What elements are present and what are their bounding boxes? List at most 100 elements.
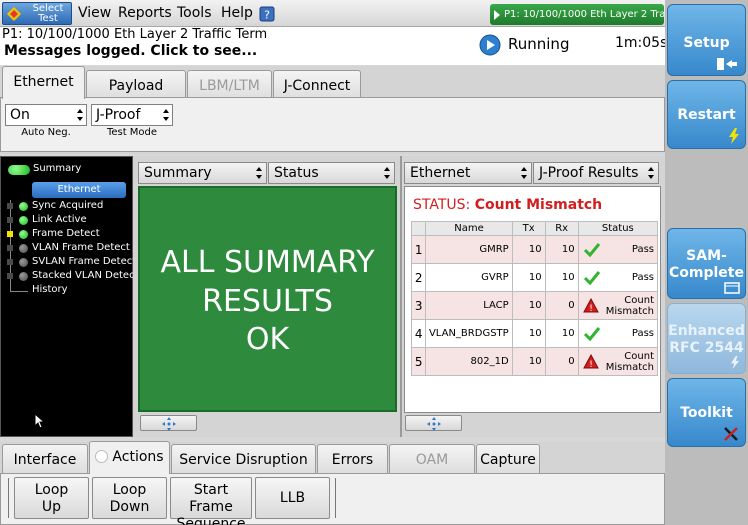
link-active-led-icon bbox=[19, 216, 28, 225]
menu-help[interactable]: Help bbox=[221, 5, 253, 21]
messages-link[interactable]: Messages logged. Click to see... bbox=[4, 43, 257, 59]
move-arrows-icon bbox=[427, 417, 441, 431]
lightning-icon bbox=[729, 128, 739, 144]
logo-mark-icon bbox=[7, 7, 21, 21]
spinner-arrows-icon bbox=[163, 109, 169, 121]
tree-item[interactable]: VLAN Frame Detect bbox=[32, 242, 130, 253]
setup-button[interactable]: Setup bbox=[667, 4, 746, 76]
tab-interface[interactable]: Interface bbox=[2, 444, 88, 475]
status-line: STATUS: Count Mismatch bbox=[413, 197, 602, 213]
history-square-icon bbox=[7, 245, 13, 251]
tree-item[interactable]: Link Active bbox=[32, 214, 87, 225]
summary-led-icon bbox=[8, 165, 30, 175]
right-pane-move-button[interactable] bbox=[405, 415, 462, 431]
tree-item[interactable]: Stacked VLAN Detect bbox=[32, 270, 139, 281]
status-value: Count Mismatch bbox=[474, 197, 603, 213]
move-arrows-icon bbox=[162, 417, 176, 431]
test-mode-select[interactable]: J-Proof bbox=[91, 104, 173, 126]
spinner-arrows-icon bbox=[77, 109, 83, 121]
right-view-select[interactable]: J-Proof Results bbox=[533, 162, 659, 184]
left-pane-move-button[interactable] bbox=[140, 415, 197, 431]
tab-actions[interactable]: Actions bbox=[89, 441, 170, 474]
menu-reports[interactable]: Reports bbox=[118, 5, 172, 21]
jproof-results-table: Name Tx Rx Status 1 GMRP 10 10 Pass 2 GV… bbox=[410, 221, 659, 376]
select-test-logo[interactable]: Select Test bbox=[2, 2, 72, 25]
toolkit-button[interactable]: Toolkit bbox=[667, 378, 746, 447]
col-status: Status bbox=[577, 221, 659, 236]
svlan-frame-detect-led-icon bbox=[19, 258, 28, 267]
svg-text:!: ! bbox=[589, 360, 593, 370]
exit-setup-icon bbox=[717, 58, 737, 70]
check-icon bbox=[583, 327, 600, 342]
tree-connector bbox=[10, 291, 28, 292]
actions-radio-icon bbox=[95, 450, 109, 463]
history-square-icon bbox=[7, 203, 13, 209]
right-category-select[interactable]: Ethernet bbox=[404, 162, 532, 184]
help-book-icon[interactable]: ? bbox=[259, 6, 275, 22]
col-rx: Rx bbox=[544, 221, 579, 236]
table-row[interactable]: 2 GVRP 10 10 Pass bbox=[410, 263, 659, 292]
tree-history[interactable]: History bbox=[32, 284, 68, 295]
loop-down-button[interactable]: Loop Down bbox=[92, 477, 167, 519]
info-bar: P1: 10/100/1000 Eth Layer 2 Traffic Term… bbox=[0, 27, 668, 65]
tree-summary[interactable]: Summary bbox=[33, 163, 81, 174]
svg-text:?: ? bbox=[264, 9, 270, 22]
tools-icon bbox=[724, 427, 738, 441]
tree-item[interactable]: SVLAN Frame Detect bbox=[32, 256, 136, 267]
start-frame-sequence-button[interactable]: Start Frame Sequence bbox=[170, 477, 252, 525]
restart-button[interactable]: Restart bbox=[667, 80, 746, 149]
table-row[interactable]: 3 LACP 10 0 ! Count Mismatch bbox=[410, 291, 659, 320]
window-icon bbox=[724, 282, 740, 294]
tab-errors[interactable]: Errors bbox=[317, 444, 388, 475]
setup-panel: On Auto Neg. J-Proof Test Mode bbox=[0, 97, 665, 152]
tab-service-disruption[interactable]: Service Disruption bbox=[171, 444, 316, 475]
spinner-arrows-icon bbox=[256, 167, 262, 179]
sam-complete-button[interactable]: SAM- Complete bbox=[667, 228, 746, 299]
summary-status-box: ALL SUMMARY RESULTS OK bbox=[138, 186, 397, 412]
table-row[interactable]: 5 802_1D 10 0 ! Count Mismatch bbox=[410, 347, 659, 376]
history-square-icon bbox=[7, 217, 13, 223]
history-square-icon bbox=[7, 273, 13, 279]
elapsed-time: 1m:05s bbox=[615, 35, 668, 51]
mouse-pointer-icon bbox=[34, 413, 46, 429]
run-play-icon[interactable] bbox=[479, 34, 501, 56]
loop-up-button[interactable]: Loop Up bbox=[14, 477, 89, 519]
svg-text:!: ! bbox=[589, 304, 593, 314]
check-icon bbox=[583, 243, 600, 258]
tab-capture[interactable]: Capture bbox=[476, 444, 540, 475]
tree-ethernet[interactable]: Ethernet bbox=[32, 182, 126, 198]
jproof-results-area: STATUS: Count Mismatch Name Tx Rx Status… bbox=[404, 186, 661, 413]
enhanced-rfc-2544-button[interactable]: Enhanced RFC 2544 bbox=[667, 303, 746, 374]
actions-divider bbox=[335, 478, 336, 518]
history-square-icon bbox=[7, 231, 13, 237]
alert-icon: ! bbox=[582, 354, 599, 370]
run-status: Running bbox=[508, 35, 570, 53]
tab-ethernet[interactable]: Ethernet bbox=[2, 66, 85, 99]
alert-icon: ! bbox=[582, 298, 599, 314]
table-row[interactable]: 4 VLAN_BRDGSTP 10 10 Pass bbox=[410, 319, 659, 348]
spinner-arrows-icon bbox=[384, 167, 390, 179]
test-mode-label: Test Mode bbox=[106, 127, 158, 138]
left-view-select[interactable]: Status bbox=[268, 162, 395, 184]
stacked-vlan-detect-led-icon bbox=[19, 272, 28, 281]
tree-item[interactable]: Sync Acquired bbox=[32, 200, 103, 211]
tree-item[interactable]: Frame Detect bbox=[32, 228, 100, 239]
auto-neg-select[interactable]: On bbox=[5, 104, 87, 126]
sync-acquired-led-icon bbox=[19, 202, 28, 211]
table-header-row: Name Tx Rx Status bbox=[410, 221, 659, 236]
lightning-icon bbox=[730, 356, 740, 369]
actions-divider bbox=[8, 478, 9, 518]
col-name: Name bbox=[425, 221, 513, 236]
led-tree-panel bbox=[0, 156, 133, 437]
left-category-select[interactable]: Summary bbox=[138, 162, 267, 184]
check-icon bbox=[583, 271, 600, 286]
menu-view[interactable]: View bbox=[78, 5, 111, 21]
spinner-arrows-icon bbox=[521, 167, 527, 179]
tab-oam[interactable]: OAM bbox=[389, 444, 475, 475]
menu-tools[interactable]: Tools bbox=[177, 5, 212, 21]
spinner-arrows-icon bbox=[648, 167, 654, 179]
table-row[interactable]: 1 GMRP 10 10 Pass bbox=[410, 235, 659, 264]
llb-button[interactable]: LLB bbox=[255, 477, 330, 519]
summary-line: ALL SUMMARY bbox=[160, 245, 375, 280]
port-indicator-pill[interactable]: P1: 10/100/1000 Eth Layer 2 Traff... bbox=[490, 4, 664, 25]
